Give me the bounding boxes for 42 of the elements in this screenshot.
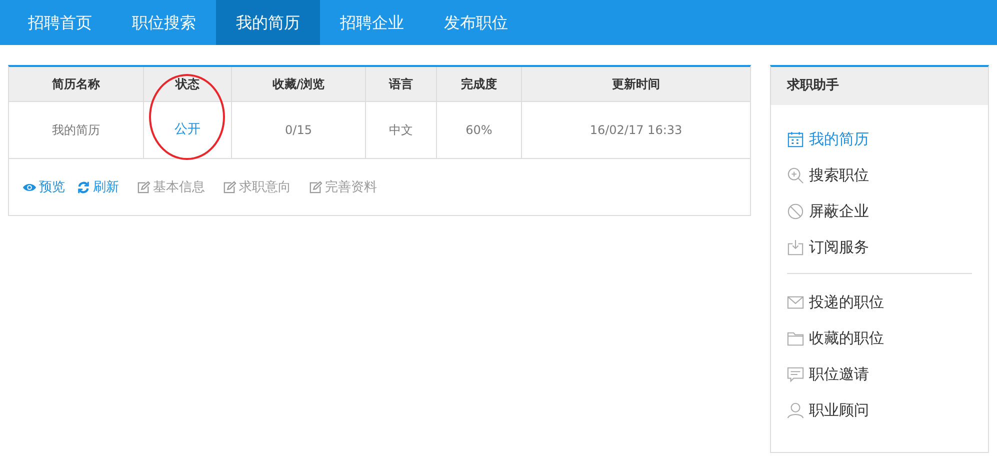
table-cell[interactable]: 公开 — [143, 102, 231, 158]
sidebar-item[interactable]: 我的简历 — [787, 127, 972, 151]
edit-icon — [223, 180, 236, 194]
nav-tab[interactable]: 我的简历 — [216, 0, 320, 45]
column-header: 更新时间 — [521, 67, 750, 101]
sidebar-item[interactable]: 搜索职位 — [787, 163, 972, 187]
action-link[interactable]: 刷新 — [77, 178, 119, 196]
column-header: 简历名称 — [9, 67, 143, 101]
table-cell: 60% — [436, 102, 521, 158]
sidebar-item[interactable]: 投递的职位 — [787, 290, 972, 314]
column-header: 语言 — [365, 67, 436, 101]
sidebar-item[interactable]: 职业顾问 — [787, 398, 972, 422]
sidebar-item[interactable]: 屏蔽企业 — [787, 199, 972, 223]
calendar-icon — [787, 130, 804, 148]
folder-icon — [787, 330, 804, 346]
refresh-icon — [77, 180, 90, 194]
action-link[interactable]: 求职意向 — [223, 178, 291, 196]
nav-tab[interactable]: 发布职位 — [424, 0, 528, 45]
prohibited-icon — [787, 202, 804, 220]
action-link[interactable]: 基本信息 — [137, 178, 205, 196]
edit-icon — [309, 180, 322, 194]
download-icon — [787, 238, 804, 256]
table-cell: 中文 — [365, 102, 436, 158]
sidebar-item[interactable]: 收藏的职位 — [787, 326, 972, 350]
sidebar-item[interactable]: 订阅服务 — [787, 235, 972, 259]
action-link[interactable]: 完善资料 — [309, 178, 377, 196]
table-cell: 0/15 — [231, 102, 365, 158]
nav-tab[interactable]: 招聘首页 — [8, 0, 112, 45]
sidebar-title: 求职助手 — [771, 67, 988, 105]
action-link[interactable]: 预览 — [23, 178, 65, 196]
nav-tab[interactable]: 职位搜索 — [112, 0, 216, 45]
chat-icon — [787, 366, 804, 382]
envelope-icon — [787, 294, 804, 310]
column-header: 收藏/浏览 — [231, 67, 365, 101]
table-cell-text: 我的简历 — [51, 122, 101, 139]
user-icon — [787, 402, 804, 418]
sidebar-item[interactable]: 职位邀请 — [787, 362, 972, 386]
column-header: 完成度 — [436, 67, 521, 101]
search-icon — [787, 166, 804, 184]
edit-icon — [137, 180, 150, 194]
nav-tab[interactable]: 招聘企业 — [320, 0, 424, 45]
table-cell: 16/02/17 16:33 — [521, 102, 750, 158]
